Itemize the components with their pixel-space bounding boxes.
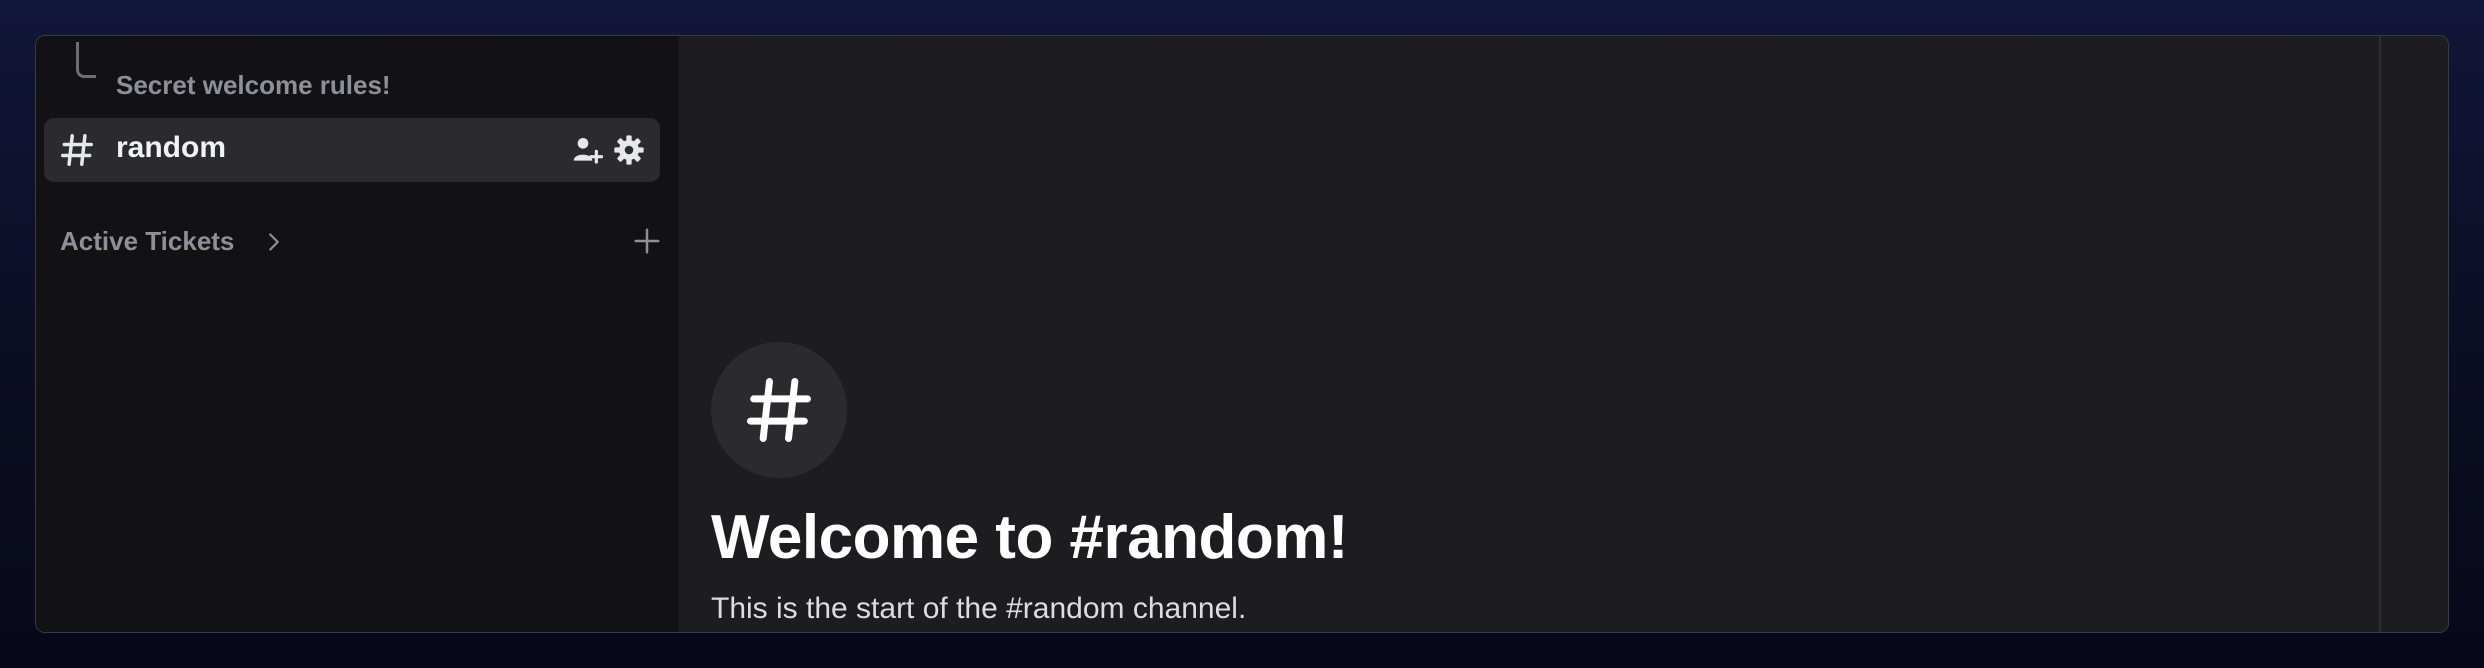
channel-item-random[interactable]: random [44,118,660,182]
welcome-subtitle: This is the start of the #random channel… [711,592,1247,625]
app-window: Secret welcome rules! random Active Tick… [35,35,2449,633]
chevron-right-icon [269,233,279,251]
add-member-icon[interactable] [570,132,604,168]
hash-icon [61,134,93,166]
chat-area: Welcome to #random! This is the start of… [679,36,2448,632]
thread-item[interactable]: Secret welcome rules! [36,42,679,100]
welcome-hash-badge [711,342,847,478]
channel-label: random [116,131,227,164]
channel-actions [570,132,646,168]
right-panel [2379,36,2448,632]
channel-sidebar: Secret welcome rules! random Active Tick… [36,36,679,632]
category-label: Active Tickets [60,226,235,256]
thread-label: Secret welcome rules! [116,70,391,100]
thread-branch-line [76,42,96,78]
plus-icon[interactable] [632,226,662,256]
hash-icon [747,378,811,442]
category-active-tickets[interactable]: Active Tickets [60,222,670,262]
gear-icon[interactable] [612,132,646,168]
welcome-title: Welcome to #random! [711,503,1349,572]
